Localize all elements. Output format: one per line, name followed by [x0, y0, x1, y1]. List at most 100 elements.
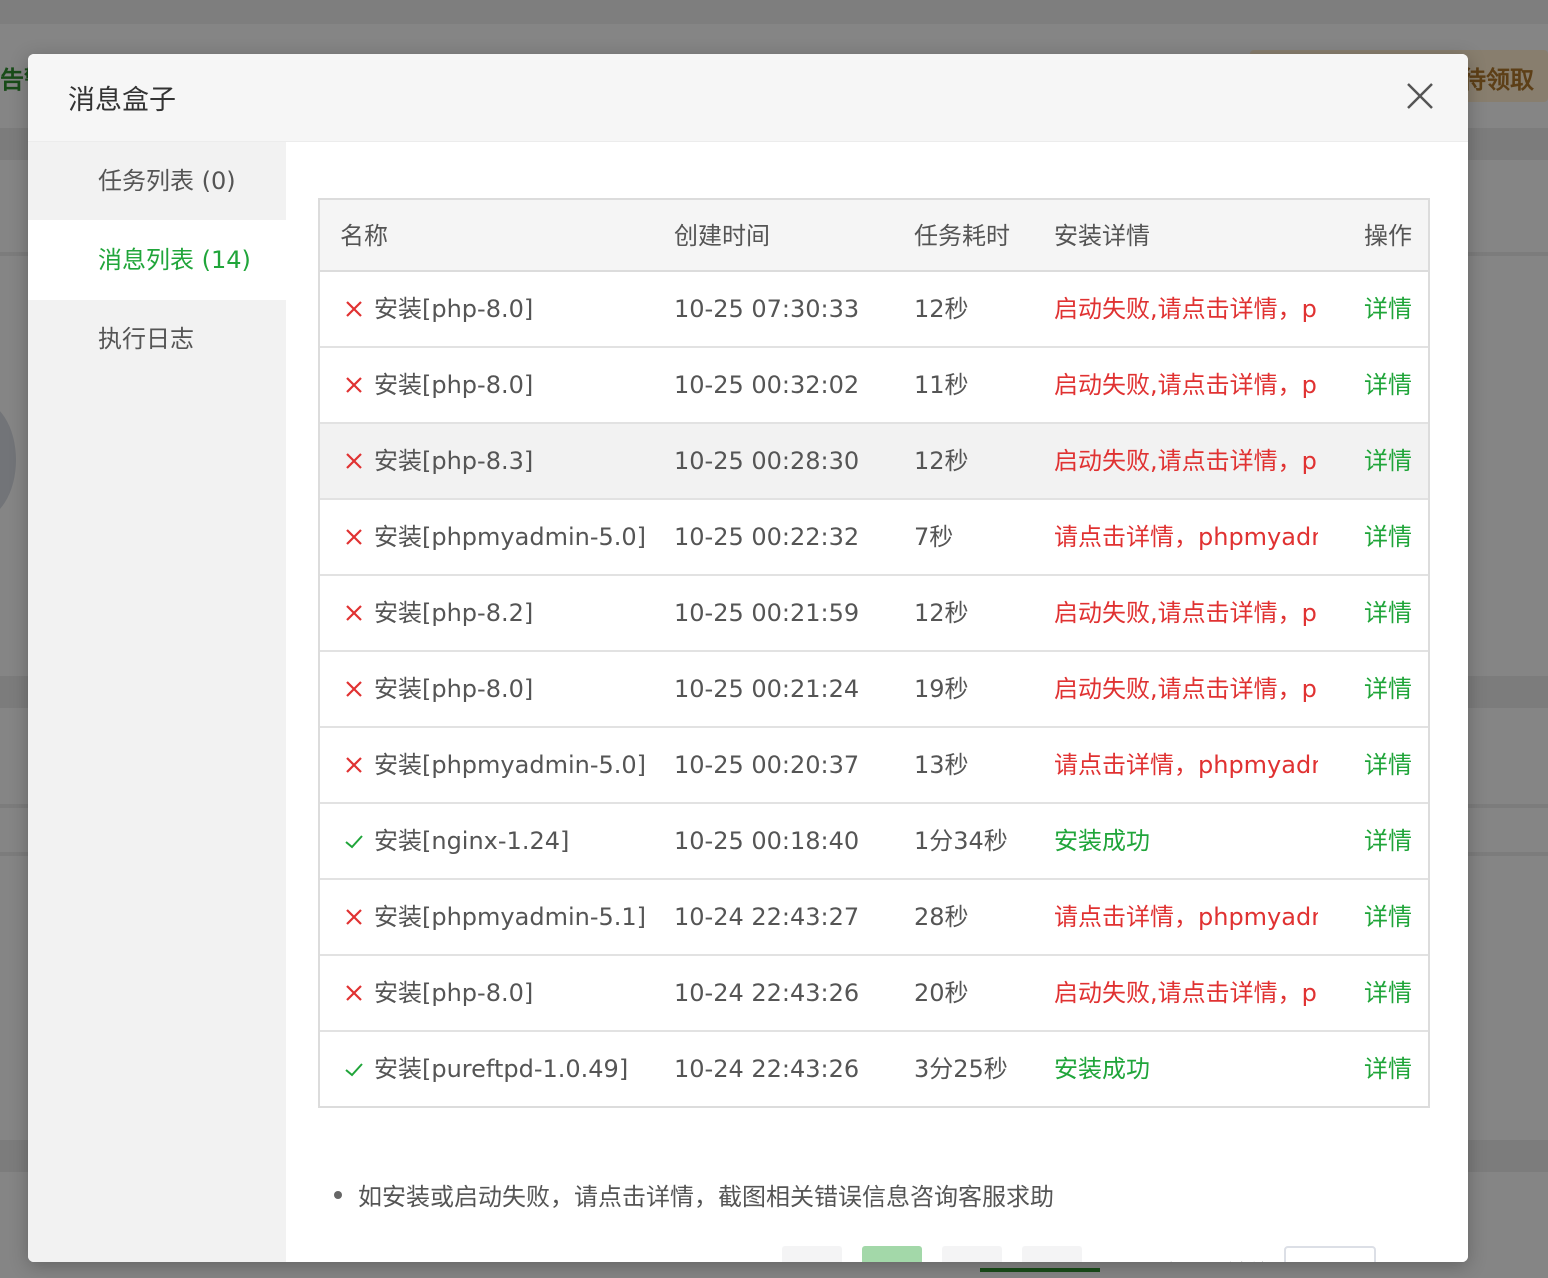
- header-action: 操作: [1364, 222, 1412, 250]
- page-button-1[interactable]: 1: [862, 1246, 922, 1262]
- cross-icon: [344, 603, 364, 623]
- cell-install-detail[interactable]: 启动失败,请点击详情，pi: [1054, 424, 1318, 498]
- dialog-sidebar: 任务列表 (0) 消息列表 (14) 执行日志: [28, 142, 286, 1262]
- sidebar-item-execution-log[interactable]: 执行日志: [28, 300, 286, 378]
- goto-label: 前往: [1224, 1246, 1272, 1262]
- close-icon: [1407, 83, 1433, 109]
- table-row: 安装[phpmyadmin-5.1] 10-24 22:43:27 28秒 请点击详情…: [320, 880, 1428, 956]
- table-row: 安装[php-8.2] 10-25 00:21:59 12秒 启动失败,请点击详情，p…: [320, 576, 1428, 652]
- cell-duration: 19秒: [914, 675, 969, 703]
- detail-link[interactable]: 详情: [1364, 576, 1424, 650]
- table-row: 安装[phpmyadmin-5.0] 10-25 00:20:37 13秒 请点击详情…: [320, 728, 1428, 804]
- header-time: 创建时间: [674, 222, 770, 250]
- detail-link[interactable]: 详情: [1364, 956, 1424, 1030]
- cell-name: 安装[php-8.2]: [374, 599, 534, 627]
- table-row: 安装[nginx-1.24] 10-25 00:18:40 1分34秒 安装成功 详情: [320, 804, 1428, 880]
- header-detail: 安装详情: [1054, 222, 1150, 250]
- cell-install-detail[interactable]: 安装成功: [1054, 804, 1318, 878]
- cell-name: 安装[phpmyadmin-5.0]: [374, 751, 647, 779]
- table-row: 安装[phpmyadmin-5.0] 10-25 00:22:32 7秒 请点击详情，…: [320, 500, 1428, 576]
- cell-created-time: 10-25 00:21:24: [674, 675, 860, 703]
- cell-duration: 12秒: [914, 599, 969, 627]
- cell-install-detail[interactable]: 启动失败,请点击详情，pi: [1054, 576, 1318, 650]
- cell-name: 安装[php-8.0]: [374, 371, 534, 399]
- cell-install-detail[interactable]: 请点击详情，phpmyadm: [1054, 728, 1318, 802]
- check-icon: [344, 831, 364, 851]
- cross-icon: [344, 299, 364, 319]
- cross-icon: [344, 983, 364, 1003]
- sidebar-item-message-list[interactable]: 消息列表 (14): [28, 220, 286, 300]
- table-row: 安装[php-8.3] 10-25 00:28:30 12秒 启动失败,请点击详情，p…: [320, 424, 1428, 500]
- dialog-content: 名称 创建时间 任务耗时 安装详情 操作 安装[php-8.0] 10-25 07…: [286, 142, 1468, 1262]
- pagination: 1 2 共 14 条 前往 页: [286, 1246, 1468, 1262]
- cell-duration: 13秒: [914, 751, 969, 779]
- cross-icon: [344, 451, 364, 471]
- cell-name: 安装[pureftpd-1.0.49]: [374, 1055, 629, 1083]
- table-row: 安装[pureftpd-1.0.49] 10-24 22:43:26 3分25秒 安装…: [320, 1032, 1428, 1106]
- table-row: 安装[php-8.0] 10-25 00:32:02 11秒 启动失败,请点击详情，p…: [320, 348, 1428, 424]
- detail-link[interactable]: 详情: [1364, 880, 1424, 954]
- cell-install-detail[interactable]: 请点击详情，phpmyadm: [1054, 500, 1318, 574]
- total-count: 共 14 条: [1092, 1246, 1186, 1262]
- bullet-icon: [334, 1191, 342, 1199]
- cell-install-detail[interactable]: 启动失败,请点击详情，pi: [1054, 652, 1318, 726]
- dialog-title: 消息盒子: [68, 85, 176, 116]
- detail-link[interactable]: 详情: [1364, 652, 1424, 726]
- cell-created-time: 10-25 00:21:59: [674, 599, 860, 627]
- header-name: 名称: [340, 222, 388, 250]
- cell-install-detail[interactable]: 启动失败,请点击详情，pi: [1054, 956, 1318, 1030]
- table-header: 名称 创建时间 任务耗时 安装详情 操作: [320, 200, 1428, 272]
- cell-duration: 28秒: [914, 903, 969, 931]
- detail-link[interactable]: 详情: [1364, 1032, 1424, 1106]
- cell-install-detail[interactable]: 启动失败,请点击详情，pi: [1054, 272, 1318, 346]
- prev-page-button[interactable]: [782, 1246, 842, 1262]
- cell-duration: 7秒: [914, 523, 954, 551]
- cell-duration: 12秒: [914, 447, 969, 475]
- detail-link[interactable]: 详情: [1364, 500, 1424, 574]
- cross-icon: [344, 375, 364, 395]
- table-row: 安装[php-8.0] 10-25 07:30:33 12秒 启动失败,请点击详情，p…: [320, 272, 1428, 348]
- detail-link[interactable]: 详情: [1364, 272, 1424, 346]
- help-note-text: 如安装或启动失败，请点击详情，截图相关错误信息咨询客服求助: [358, 1183, 1054, 1211]
- cell-duration: 12秒: [914, 295, 969, 323]
- help-note: 如安装或启动失败，请点击详情，截图相关错误信息咨询客服求助: [334, 1182, 1054, 1212]
- cell-duration: 20秒: [914, 979, 969, 1007]
- cell-created-time: 10-25 00:18:40: [674, 827, 860, 855]
- message-box-dialog: 消息盒子 任务列表 (0) 消息列表 (14) 执行日志 名称 创建时间 任务耗…: [28, 54, 1468, 1262]
- table-row: 安装[php-8.0] 10-24 22:43:26 20秒 启动失败,请点击详情，p…: [320, 956, 1428, 1032]
- cell-name: 安装[phpmyadmin-5.0]: [374, 523, 647, 551]
- cell-name: 安装[php-8.0]: [374, 295, 534, 323]
- cell-duration: 3分25秒: [914, 1055, 1008, 1083]
- detail-link[interactable]: 详情: [1364, 728, 1424, 802]
- cell-name: 安装[php-8.0]: [374, 675, 534, 703]
- cell-name: 安装[php-8.0]: [374, 979, 534, 1007]
- cell-duration: 1分34秒: [914, 827, 1008, 855]
- page-button-2[interactable]: 2: [942, 1246, 1002, 1262]
- message-table: 名称 创建时间 任务耗时 安装详情 操作 安装[php-8.0] 10-25 07…: [318, 198, 1430, 1108]
- cross-icon: [344, 679, 364, 699]
- check-icon: [344, 1059, 364, 1079]
- goto-page-input[interactable]: [1284, 1246, 1376, 1262]
- next-page-button[interactable]: [1022, 1246, 1082, 1262]
- detail-link[interactable]: 详情: [1364, 348, 1424, 422]
- cell-created-time: 10-25 00:22:32: [674, 523, 860, 551]
- sidebar-item-task-list[interactable]: 任务列表 (0): [28, 142, 286, 220]
- cell-install-detail[interactable]: 安装成功: [1054, 1032, 1318, 1106]
- table-row: 安装[php-8.0] 10-25 00:21:24 19秒 启动失败,请点击详情，p…: [320, 652, 1428, 728]
- detail-link[interactable]: 详情: [1364, 804, 1424, 878]
- page-suffix: 页: [1384, 1246, 1408, 1262]
- dialog-header: 消息盒子: [28, 54, 1468, 142]
- cell-created-time: 10-25 00:28:30: [674, 447, 860, 475]
- cell-duration: 11秒: [914, 371, 969, 399]
- cell-install-detail[interactable]: 请点击详情，phpmyadm: [1054, 880, 1318, 954]
- cell-install-detail[interactable]: 启动失败,请点击详情，pi: [1054, 348, 1318, 422]
- cell-created-time: 10-25 00:20:37: [674, 751, 860, 779]
- cross-icon: [344, 907, 364, 927]
- cell-name: 安装[php-8.3]: [374, 447, 534, 475]
- cell-name: 安装[nginx-1.24]: [374, 827, 570, 855]
- cell-created-time: 10-24 22:43:27: [674, 903, 860, 931]
- cell-created-time: 10-24 22:43:26: [674, 979, 860, 1007]
- close-button[interactable]: [1400, 76, 1440, 116]
- detail-link[interactable]: 详情: [1364, 424, 1424, 498]
- cell-created-time: 10-25 00:32:02: [674, 371, 860, 399]
